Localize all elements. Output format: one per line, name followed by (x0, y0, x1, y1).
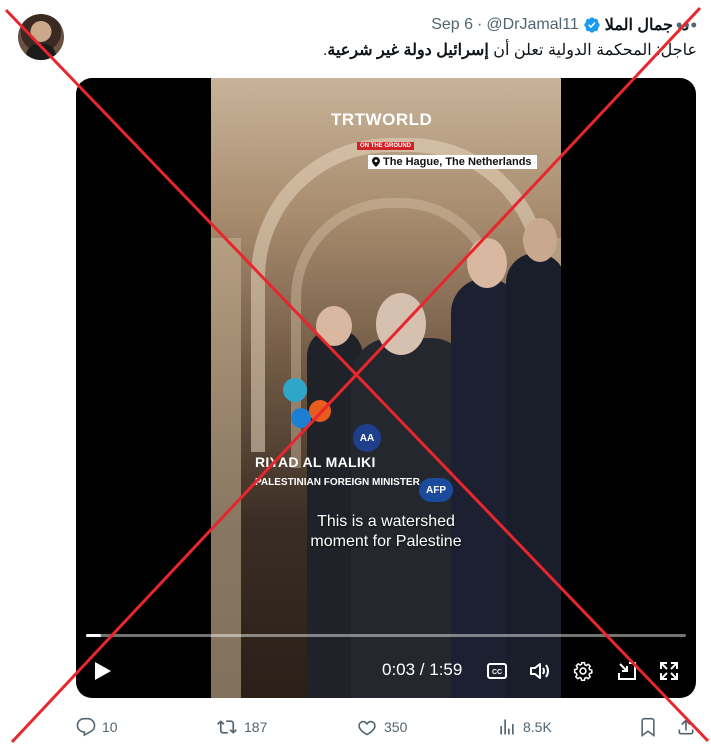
caption-line-1: This is a watershed (317, 513, 455, 530)
video-time: 0:03 / 1:59 (382, 660, 463, 679)
views-count: 8.5K (523, 719, 552, 735)
play-icon[interactable] (92, 660, 114, 682)
segment-tag: ON THE GROUND (357, 142, 414, 150)
reply-button[interactable]: 10 (76, 716, 118, 738)
person-head (316, 306, 352, 346)
views-bar-chart-icon (497, 717, 517, 737)
person-head (523, 218, 557, 262)
location-label: The Hague, The Netherlands (368, 155, 537, 169)
share-upload-icon (676, 717, 696, 737)
microphone (283, 378, 307, 402)
share-button[interactable] (676, 716, 696, 738)
captions-icon[interactable]: CC (486, 660, 508, 682)
video-player[interactable]: TRTWORLD ON THE GROUND The Hague, The Ne… (76, 78, 696, 698)
tweet-text-prefix: عاجل: المحكمة الدولية تعلن أن (488, 42, 697, 59)
afp-logo: AFP (419, 478, 453, 502)
tweet-date[interactable]: Sep 6 (431, 16, 473, 34)
aa-logo: AA (353, 424, 381, 452)
progress-bar[interactable] (86, 634, 686, 637)
views-button[interactable]: 8.5K (497, 716, 552, 738)
picture-in-picture-icon[interactable] (616, 660, 638, 682)
user-handle[interactable]: @DrJamal11 (486, 16, 578, 34)
location-pin-icon (372, 157, 380, 167)
video-frame[interactable]: TRTWORLD ON THE GROUND The Hague, The Ne… (211, 78, 561, 698)
like-count: 350 (384, 719, 408, 735)
separator: · (477, 16, 483, 33)
speaker-head (376, 293, 426, 355)
tweet-text: عاجل: المحكمة الدولية تعلن أن إسرائيل دو… (97, 40, 697, 62)
like-button[interactable]: 350 (356, 716, 407, 738)
caption-line-2: moment for Palestine (310, 533, 462, 550)
speaker-name: RIYAD AL MALIKI (255, 454, 376, 470)
microphone (309, 400, 331, 422)
verified-badge-icon (583, 16, 601, 34)
location-text: The Hague, The Netherlands (383, 156, 532, 168)
more-options-icon[interactable]: ••• (676, 14, 698, 36)
volume-icon[interactable] (528, 660, 552, 682)
reply-icon (76, 717, 96, 737)
avatar[interactable] (18, 14, 64, 60)
speaker-title: PALESTINIAN FOREIGN MINISTER (255, 477, 420, 488)
person-head (467, 238, 507, 288)
video-controls: 0:03 / 1:59 CC (76, 650, 696, 690)
pillar-left (211, 238, 241, 698)
retweet-icon (216, 717, 238, 737)
microphone (291, 408, 311, 428)
bookmark-icon (638, 717, 658, 737)
video-caption: This is a watershed moment for Palestine (241, 512, 531, 552)
tweet-text-bold: إسرائيل دولة غير شرعية (327, 42, 489, 59)
fullscreen-icon[interactable] (658, 660, 680, 682)
tweet: Sep 6 · @DrJamal11 د. جمال الملا ••• عاج… (0, 0, 711, 747)
svg-text:CC: CC (492, 669, 502, 676)
progress-fill (86, 634, 101, 637)
retweet-button[interactable]: 187 (216, 716, 267, 738)
retweet-count: 187 (244, 719, 268, 735)
bookmark-button[interactable] (638, 716, 658, 738)
reply-count: 10 (102, 719, 118, 735)
trt-world-logo: TRTWORLD (331, 110, 433, 129)
settings-gear-icon[interactable] (572, 660, 594, 682)
person-silhouette (506, 253, 561, 698)
tweet-header: Sep 6 · @DrJamal11 د. جمال الملا (431, 14, 689, 36)
heart-icon (356, 717, 378, 737)
